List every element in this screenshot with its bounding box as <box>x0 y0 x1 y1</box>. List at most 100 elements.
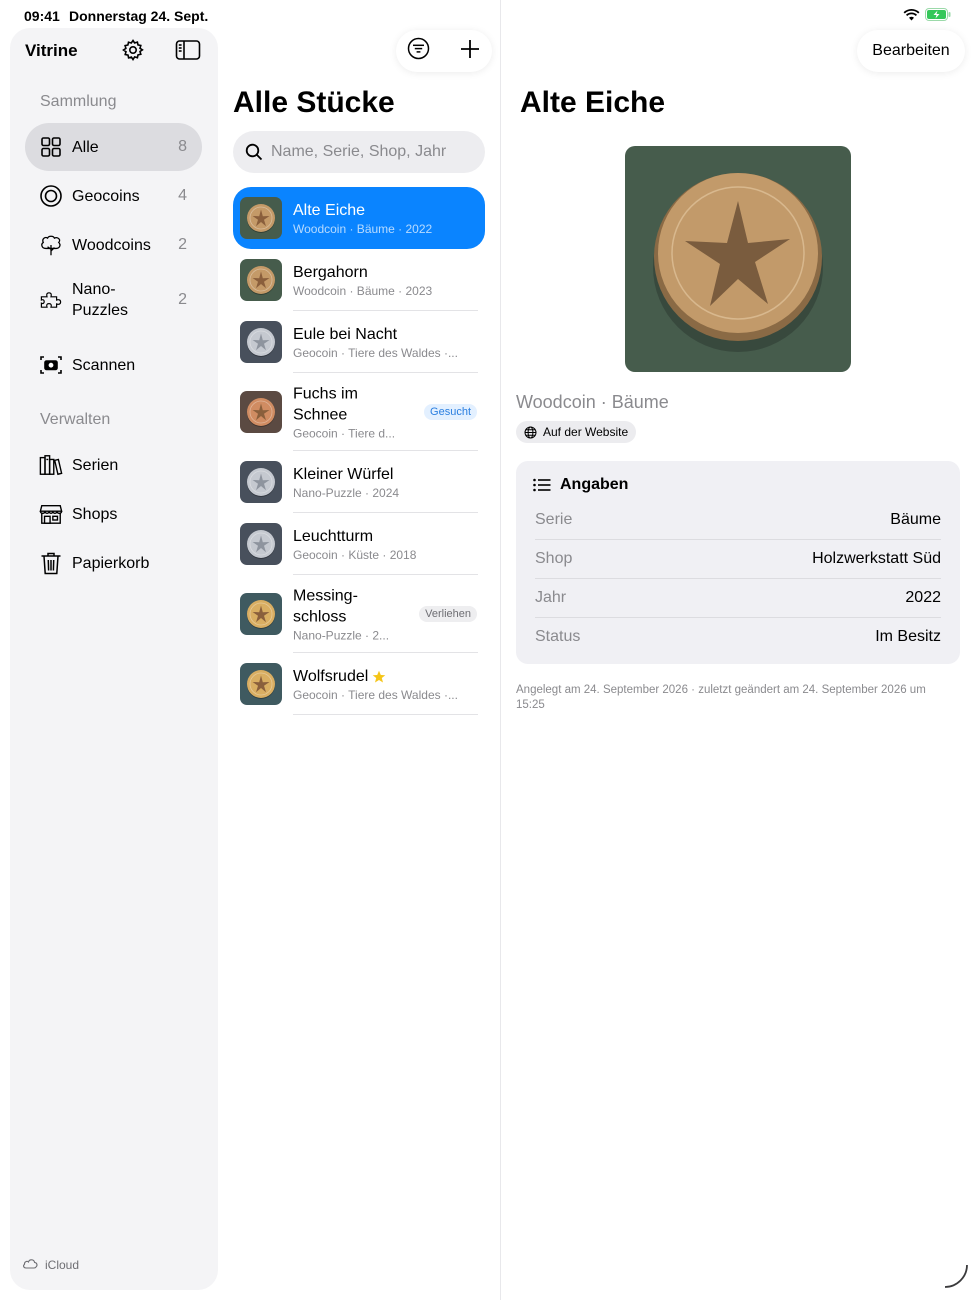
list-toolbar <box>396 30 492 72</box>
list-item-title: Bergahorn <box>293 264 368 281</box>
list-item-text: Fuchs im Schnee Geocoin · Tiere d... <box>293 384 417 441</box>
add-button[interactable] <box>458 39 482 63</box>
icloud-label: iCloud <box>45 1258 80 1272</box>
sidebar-item-label: Woodcoins <box>72 236 151 254</box>
list-item-subtitle: Nano-Puzzle · 2024 <box>293 486 400 500</box>
field-value: Bäume <box>890 511 941 528</box>
list-item[interactable]: Leuchtturm Geocoin · Küste · 2018 <box>233 513 485 575</box>
list-item-title: Eule bei Nacht <box>293 326 398 343</box>
list-item-text: Messing- schloss Nano-Puzzle · 2... <box>293 586 417 643</box>
details-card-title: Angaben <box>560 476 629 493</box>
sidebar-item-label: Alle <box>72 138 99 156</box>
status-date: Donnerstag 24. Sept. <box>69 8 209 24</box>
filter-button[interactable] <box>406 37 430 65</box>
item-thumbnail <box>240 523 282 565</box>
gear-icon <box>121 38 145 67</box>
item-thumbnail <box>240 663 282 705</box>
sidebar-item-nano-puzzles[interactable]: Nano- Puzzles 2 <box>25 274 202 326</box>
sidebar-item-serien[interactable]: Serien <box>25 441 202 489</box>
field-value: Im Besitz <box>875 628 941 645</box>
list-item[interactable]: Eule bei Nacht Geocoin · Tiere des Waldes… <box>233 311 485 373</box>
edit-button[interactable]: Bearbeiten <box>857 30 965 72</box>
list-item-subtitle: Geocoin · Tiere des Waldes ·... <box>293 346 458 360</box>
battery-charging-icon <box>925 8 951 26</box>
item-thumbnail <box>240 259 282 301</box>
grid-icon <box>39 135 63 159</box>
field-row-shop: Shop Holzwerkstatt Süd <box>535 539 941 578</box>
list-item[interactable]: Kleiner Würfel Nano-Puzzle · 2024 <box>233 451 485 513</box>
search-field[interactable] <box>233 131 485 173</box>
item-thumbnail <box>240 391 282 433</box>
list-item-text: Alte Eiche Woodcoin · Bäume · 2022 <box>293 200 475 236</box>
favorite-star-icon <box>372 670 386 684</box>
field-key: Serie <box>535 511 573 528</box>
list-item[interactable]: Wolfsrudel Geocoin · Tiere des Waldes ·..… <box>233 653 485 715</box>
list-item-title: Wolfsrudel <box>293 668 369 685</box>
sidebar-item-woodcoins[interactable]: Woodcoins 2 <box>25 221 202 269</box>
list-item-title: Alte Eiche <box>293 202 366 219</box>
resize-handle[interactable] <box>943 1263 969 1294</box>
status-badge: Gesucht <box>424 404 477 420</box>
list-item-title: Messing- schloss <box>293 587 358 626</box>
field-key: Jahr <box>535 589 567 606</box>
sidebar-item-label: Nano- Puzzles <box>72 281 129 319</box>
row-separator <box>293 714 478 715</box>
list-item[interactable]: Bergahorn Woodcoin · Bäume · 2023 <box>233 249 485 311</box>
list-item-text: Eule bei Nacht Geocoin · Tiere des Waldes… <box>293 324 475 360</box>
list-title: Alle Stücke <box>233 86 395 119</box>
plus-icon <box>460 39 480 64</box>
filter-icon <box>407 37 430 65</box>
sidebar-item-alle[interactable]: Alle 8 <box>25 123 202 171</box>
icloud-status: iCloud <box>22 1258 79 1272</box>
list-item[interactable]: Messing- schloss Nano-Puzzle · 2... Verlie… <box>233 575 485 653</box>
details-card: Angaben Serie Bäume Shop Holzwerkstatt S… <box>516 461 960 664</box>
section-label-manage: Verwalten <box>40 411 111 428</box>
list-item-text: Leuchtturm Geocoin · Küste · 2018 <box>293 526 475 562</box>
trash-icon <box>39 551 63 575</box>
sidebar-item-geocoins[interactable]: Geocoins 4 <box>25 172 202 220</box>
sidebar-item-count: 2 <box>178 236 187 253</box>
details-card-header: Angaben <box>533 476 628 494</box>
detail-subtitle: Woodcoin · Bäume <box>516 392 669 412</box>
field-value: 2022 <box>905 589 941 606</box>
item-thumbnail <box>240 593 282 635</box>
list-item[interactable]: Fuchs im Schnee Geocoin · Tiere d... Gesuc… <box>233 373 485 451</box>
list-item-subtitle: Geocoin · Tiere d... <box>293 426 396 441</box>
list-item-title: Kleiner Würfel <box>293 466 394 483</box>
settings-button[interactable] <box>120 38 146 67</box>
field-row-serie: Serie Bäume <box>535 500 941 539</box>
toggle-sidebar-button[interactable] <box>174 39 202 65</box>
item-image <box>625 146 851 372</box>
sidebar-item-label: Scannen <box>72 356 136 374</box>
sidebar-item-scannen[interactable]: Scannen <box>25 341 202 389</box>
sidebar-item-count: 2 <box>178 291 187 308</box>
sidebar-header: Vitrine <box>10 38 218 66</box>
field-key: Status <box>535 628 581 645</box>
item-thumbnail <box>240 197 282 239</box>
field-value: Holzwerkstatt Süd <box>812 550 941 567</box>
globe-icon <box>524 426 537 439</box>
list-item-text: Kleiner Würfel Nano-Puzzle · 2024 <box>293 464 475 500</box>
status-time: 09:41 <box>24 8 60 24</box>
sidebar-item-count: 4 <box>178 187 187 204</box>
list-item-text: Wolfsrudel Geocoin · Tiere des Waldes ·..… <box>293 666 475 702</box>
coin-star-image <box>653 173 823 352</box>
sidebar-item-shops[interactable]: Shops <box>25 490 202 538</box>
list-item-text: Bergahorn Woodcoin · Bäume · 2023 <box>293 262 475 298</box>
list-item-title: Leuchtturm <box>293 528 374 545</box>
list-item-title: Fuchs im Schnee <box>293 385 358 424</box>
search-input[interactable] <box>271 143 471 161</box>
list-item[interactable]: Alte Eiche Woodcoin · Bäume · 2022 <box>233 187 485 249</box>
section-label-collection: Sammlung <box>40 93 117 110</box>
field-key: Shop <box>535 550 573 567</box>
camera-scan-icon <box>39 353 63 377</box>
item-thumbnail <box>240 461 282 503</box>
list-icon <box>533 478 551 492</box>
sidebar-item-label: Papierkorb <box>72 554 150 572</box>
website-chip-label: Auf der Website <box>543 425 629 439</box>
sidebar-item-papierkorb[interactable]: Papierkorb <box>25 539 202 587</box>
storefront-icon <box>39 502 63 526</box>
website-chip[interactable]: Auf der Website <box>516 421 637 443</box>
list-item-subtitle: Geocoin · Küste · 2018 <box>293 548 417 562</box>
sidebar-item-count: 8 <box>178 138 187 155</box>
